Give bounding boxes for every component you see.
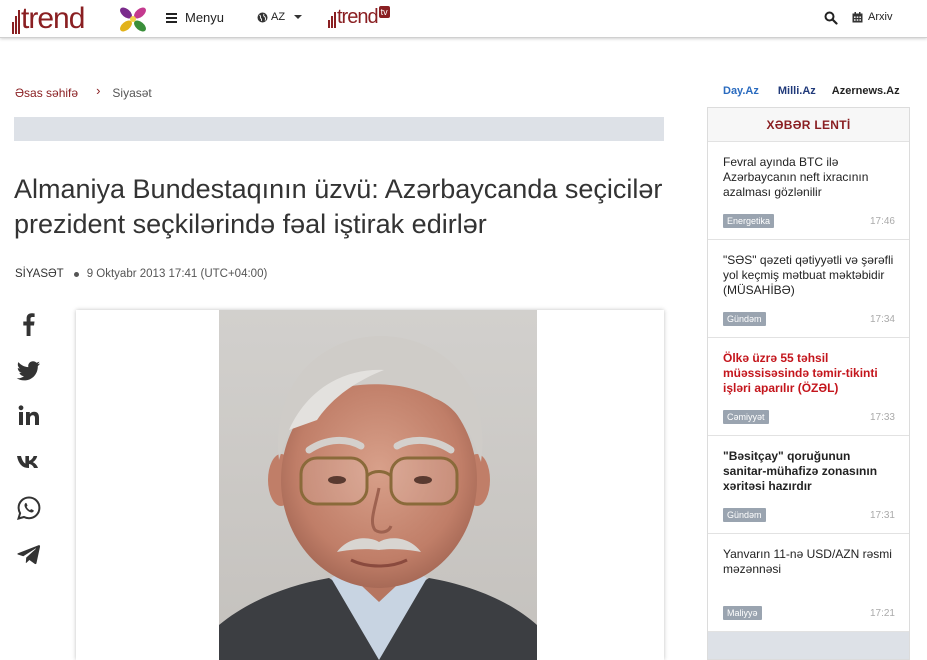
article-category-link[interactable]: SİYASƏT <box>15 268 64 280</box>
menu-button[interactable]: Menyu <box>166 10 224 25</box>
breadcrumb: Əsas səhifə › Siyasət <box>15 83 152 100</box>
news-feed-item[interactable]: Ölkə üzrə 55 təhsil müəssisəsində təmir-… <box>708 338 909 436</box>
news-item-tag[interactable]: Gündəm <box>723 312 766 326</box>
facebook-icon[interactable] <box>15 310 43 338</box>
breadcrumb-home-link[interactable]: Əsas səhifə <box>15 86 78 100</box>
tv-logo-text: trend <box>337 6 379 28</box>
archive-button[interactable]: Arxiv <box>852 11 892 23</box>
news-feed-item[interactable]: "SƏS" qəzeti qətiyyətli və şərəfli yol k… <box>708 240 909 338</box>
language-label: AZ <box>271 11 286 23</box>
news-item-title[interactable]: Ölkə üzrə 55 təhsil müəssisəsində təmir-… <box>723 351 894 396</box>
telegram-icon[interactable] <box>15 540 43 568</box>
breadcrumb-current[interactable]: Siyasət <box>112 86 151 100</box>
article-date: 9 Oktyabr 2013 17:41 (UTC+04:00) <box>86 268 268 280</box>
calendar-icon <box>852 11 863 22</box>
news-feed: XƏBƏR LENTİ Fevral ayında BTC ilə Azərba… <box>707 107 910 660</box>
news-item-time: 17:34 <box>869 314 895 325</box>
news-item-time: 17:46 <box>869 216 895 227</box>
news-feed-item[interactable]: Yanvarın 11-nə USD/AZN rəsmi məzənnəsi M… <box>708 534 909 632</box>
trend-tv-logo[interactable]: trend tv <box>328 6 390 28</box>
news-item-tag[interactable]: Maliyyə <box>723 606 762 620</box>
news-item-tag[interactable]: Gündəm <box>723 508 766 522</box>
news-item-title[interactable]: Yanvarın 11-nə USD/AZN rəsmi məzənnəsi <box>723 547 894 577</box>
news-item-time: 17:33 <box>869 412 895 423</box>
flower-emblem-icon <box>120 7 146 32</box>
article-meta: SİYASƏT 9 Oktyabr 2013 17:41 (UTC+04:00) <box>15 268 267 280</box>
logo-text: trend <box>21 2 85 35</box>
chevron-right-icon: › <box>96 83 101 98</box>
tv-badge: tv <box>378 6 390 18</box>
menu-label: Menyu <box>185 10 225 25</box>
meta-separator-dot <box>73 271 79 277</box>
tv-logo-bars-icon <box>328 12 336 28</box>
ad-banner-placeholder <box>14 117 664 141</box>
top-navbar: trend Menyu AZ trend tv Arxiv <box>0 0 927 38</box>
news-item-tag[interactable]: Energetika <box>723 214 775 228</box>
partner-link-milliaz[interactable]: Milli.Az <box>778 85 816 97</box>
news-feed-item[interactable]: Fevral ayında BTC ilə Azərbaycanın neft … <box>708 142 909 240</box>
news-item-tag[interactable]: Cəmiyyət <box>723 410 769 424</box>
language-selector[interactable]: AZ <box>257 11 303 23</box>
article-photo <box>219 310 537 660</box>
vk-icon[interactable] <box>15 448 43 476</box>
linkedin-icon[interactable] <box>15 402 43 430</box>
news-item-title[interactable]: Fevral ayında BTC ilə Azərbaycanın neft … <box>723 155 894 200</box>
partner-links: Day.Az Milli.Az Azernews.Az <box>723 85 900 97</box>
article-title: Almaniya Bundestaqının üzvü: Azərbaycand… <box>14 174 663 239</box>
twitter-icon[interactable] <box>15 356 43 384</box>
hamburger-icon <box>166 12 177 23</box>
archive-label: Arxiv <box>868 11 893 23</box>
whatsapp-icon[interactable] <box>15 494 43 522</box>
partner-link-dayaz[interactable]: Day.Az <box>723 85 759 97</box>
search-icon[interactable] <box>824 11 838 25</box>
trend-logo[interactable]: trend <box>12 2 85 35</box>
news-feed-item[interactable]: "Bəsitçay" qoruğunun sanitar-mühafizə zo… <box>708 436 909 534</box>
logo-bars-icon <box>12 10 20 34</box>
news-item-title[interactable]: "Bəsitçay" qoruğunun sanitar-mühafizə zo… <box>723 449 894 494</box>
news-item-time: 17:31 <box>869 510 895 521</box>
news-item-title[interactable]: "SƏS" qəzeti qətiyyətli və şərəfli yol k… <box>723 253 894 298</box>
chevron-down-icon <box>294 15 303 19</box>
globe-icon <box>257 12 268 22</box>
news-feed-ad-placeholder <box>708 632 909 659</box>
partner-link-azernews[interactable]: Azernews.Az <box>832 85 900 97</box>
news-feed-title: XƏBƏR LENTİ <box>708 108 909 142</box>
news-item-time: 17:21 <box>869 608 895 619</box>
article-image-frame <box>76 310 664 660</box>
